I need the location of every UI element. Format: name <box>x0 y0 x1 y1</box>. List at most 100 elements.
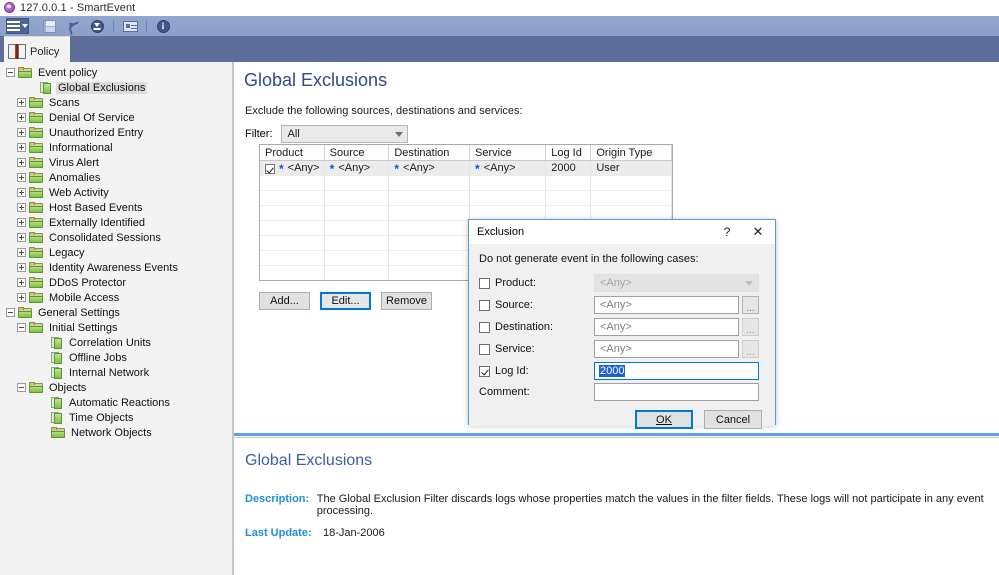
sidebar-item-mobile-access[interactable]: Mobile Access <box>0 290 232 305</box>
product-combo[interactable]: <Any> <box>594 274 759 292</box>
sidebar-item-objects[interactable]: Objects <box>0 380 232 395</box>
save-button[interactable] <box>38 18 60 35</box>
sidebar-item-informational[interactable]: Informational <box>0 140 232 155</box>
page-icon <box>51 351 63 364</box>
expand-plus-icon[interactable] <box>17 143 26 152</box>
expand-plus-icon[interactable] <box>17 203 26 212</box>
add-button[interactable]: Add... <box>259 292 310 310</box>
sidebar-item-internal-network[interactable]: Internal Network <box>0 365 232 380</box>
checkbox-service[interactable] <box>479 343 490 355</box>
sidebar-item-general-settings[interactable]: General Settings <box>0 305 232 320</box>
expand-plus-icon[interactable] <box>17 248 26 257</box>
service-input[interactable]: <Any> <box>594 340 739 358</box>
sidebar-item-correlation-units[interactable]: Correlation Units <box>0 335 232 350</box>
ok-button[interactable]: OK <box>635 410 693 429</box>
sidebar-item-initial-settings[interactable]: Initial Settings <box>0 320 232 335</box>
expand-plus-icon[interactable] <box>17 278 26 287</box>
sidebar-item-legacy[interactable]: Legacy <box>0 245 232 260</box>
sidebar-item-host-based-events[interactable]: Host Based Events <box>0 200 232 215</box>
browse-button-service[interactable]: ... <box>742 340 759 358</box>
sidebar-item-virus-alert[interactable]: Virus Alert <box>0 155 232 170</box>
sidebar-item-global-exclusions[interactable]: Global Exclusions <box>0 80 232 95</box>
column-header-product[interactable]: Product <box>260 145 325 160</box>
book-icon <box>8 44 26 59</box>
sidebar-item-label: Anomalies <box>49 171 101 184</box>
sidebar-item-label: Consolidated Sessions <box>49 231 161 244</box>
sidebar-item-label: Time Objects <box>69 411 134 424</box>
view-button[interactable] <box>119 18 141 35</box>
filter-select[interactable]: All <box>280 125 408 143</box>
checkbox-log id[interactable] <box>479 365 490 377</box>
sidebar-item-web-activity[interactable]: Web Activity <box>0 185 232 200</box>
column-header-source[interactable]: Source <box>325 145 390 160</box>
collapse-minus-icon[interactable] <box>17 383 26 392</box>
empty-cell <box>591 191 672 206</box>
sidebar-item-scans[interactable]: Scans <box>0 95 232 110</box>
sidebar-item-offline-jobs[interactable]: Offline Jobs <box>0 350 232 365</box>
description-key: Last Update: <box>245 527 312 539</box>
empty-cell <box>324 176 390 191</box>
sidebar-item-externally-identified[interactable]: Externally Identified <box>0 215 232 230</box>
expand-plus-icon[interactable] <box>17 158 26 167</box>
collapse-minus-icon[interactable] <box>6 68 15 77</box>
sidebar-item-consolidated-sessions[interactable]: Consolidated Sessions <box>0 230 232 245</box>
expand-plus-icon[interactable] <box>17 218 26 227</box>
checkbox-product[interactable] <box>479 277 490 289</box>
collapse-minus-icon[interactable] <box>6 308 15 317</box>
sidebar-item-label: Global Exclusions <box>56 81 148 94</box>
column-header-log-id[interactable]: Log Id <box>546 145 592 160</box>
expand-plus-icon[interactable] <box>17 173 26 182</box>
empty-cell <box>324 251 390 266</box>
expand-plus-icon[interactable] <box>17 263 26 272</box>
sidebar-item-anomalies[interactable]: Anomalies <box>0 170 232 185</box>
folder-icon <box>29 262 43 273</box>
folder-icon <box>29 172 43 183</box>
undo-button[interactable] <box>62 18 84 35</box>
checkbox-source[interactable] <box>479 299 490 311</box>
table-row[interactable]: * <Any> * <Any> * <Any> * <Any> 2000 User <box>260 161 672 176</box>
sidebar-item-identity-awareness-events[interactable]: Identity Awareness Events <box>0 260 232 275</box>
about-button[interactable]: i <box>152 18 174 35</box>
table-row-empty[interactable] <box>260 191 672 206</box>
collapse-minus-icon[interactable] <box>17 323 26 332</box>
expand-plus-icon[interactable] <box>17 188 26 197</box>
sidebar-item-time-objects[interactable]: Time Objects <box>0 410 232 425</box>
empty-cell <box>324 236 390 251</box>
expand-plus-icon[interactable] <box>17 113 26 122</box>
column-header-service[interactable]: Service <box>470 145 547 160</box>
checkbox-destination[interactable] <box>479 321 490 333</box>
sidebar-item-ddos-protector[interactable]: DDoS Protector <box>0 275 232 290</box>
comment-input[interactable] <box>594 383 759 401</box>
main-menu-button[interactable] <box>5 18 29 35</box>
help-icon[interactable]: ? <box>713 220 741 244</box>
source-input[interactable]: <Any> <box>594 296 739 314</box>
sidebar-item-denial-of-service[interactable]: Denial Of Service <box>0 110 232 125</box>
expand-plus-icon[interactable] <box>17 233 26 242</box>
table-row-empty[interactable] <box>260 176 672 191</box>
expand-plus-icon[interactable] <box>17 293 26 302</box>
browse-button-source[interactable]: ... <box>742 296 759 314</box>
cancel-button[interactable]: Cancel <box>704 410 762 429</box>
destination-input[interactable]: <Any> <box>594 318 739 336</box>
remove-button[interactable]: Remove <box>381 292 432 310</box>
edit-button[interactable]: Edit... <box>320 292 371 310</box>
expand-plus-icon[interactable] <box>17 98 26 107</box>
sidebar-item-automatic-reactions[interactable]: Automatic Reactions <box>0 395 232 410</box>
sidebar-item-event-policy[interactable]: Event policy <box>0 65 232 80</box>
log-id-input[interactable]: 2000 <box>594 362 759 380</box>
empty-cell <box>470 176 547 191</box>
field-label: Destination: <box>495 321 554 333</box>
column-header-origin-type[interactable]: Origin Type <box>591 145 672 160</box>
description-pane: Global Exclusions Description: The Global… <box>234 437 999 575</box>
column-header-destination[interactable]: Destination <box>389 145 471 160</box>
sidebar-item-unauthorized-entry[interactable]: Unauthorized Entry <box>0 125 232 140</box>
install-policy-button[interactable] <box>86 18 108 35</box>
row-checkbox[interactable] <box>265 163 275 174</box>
expand-plus-icon[interactable] <box>17 128 26 137</box>
cell-source-wrap: * <Any> <box>325 161 390 176</box>
close-icon[interactable]: ✕ <box>741 220 775 244</box>
sidebar-item-network-objects[interactable]: Network Objects <box>0 425 232 440</box>
dialog-field-log id: Log Id: <box>479 362 529 380</box>
browse-button-destination[interactable]: ... <box>742 318 759 336</box>
